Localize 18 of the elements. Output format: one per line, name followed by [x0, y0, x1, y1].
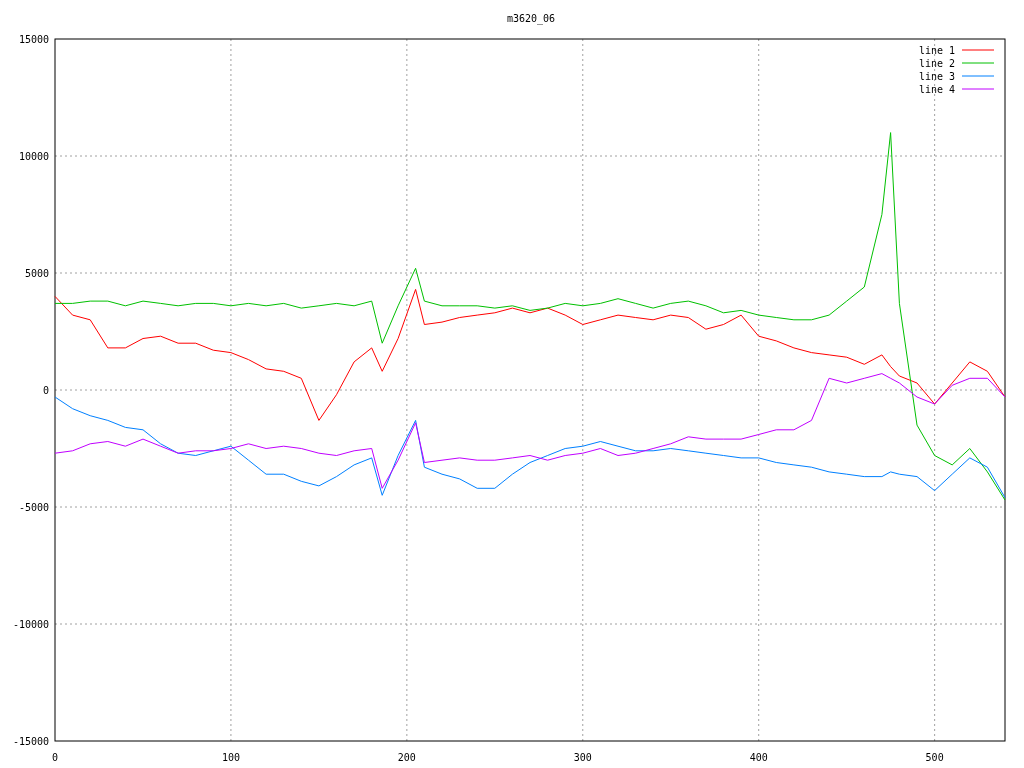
legend-label: line 4 — [918, 84, 955, 95]
x-tick-label: 400 — [749, 752, 768, 763]
legend-label: line 1 — [918, 45, 955, 56]
x-tick-label: 300 — [573, 752, 592, 763]
chart-title: m3620_06 — [506, 13, 556, 24]
x-tick-label: 0 — [52, 752, 58, 763]
y-tick-label: 5000 — [24, 268, 49, 279]
y-tick-label: -10000 — [12, 619, 49, 630]
y-tick-label: 10000 — [18, 151, 49, 162]
y-tick-label: -5000 — [18, 502, 49, 513]
x-tick-label: 500 — [925, 752, 944, 763]
legend-label: line 2 — [918, 58, 955, 69]
y-tick-label: -15000 — [12, 736, 49, 747]
x-tick-label: 100 — [221, 752, 240, 763]
y-tick-label: 0 — [42, 385, 49, 396]
legend-label: line 3 — [918, 71, 955, 82]
y-tick-label: 15000 — [18, 34, 49, 45]
x-tick-label: 200 — [397, 752, 416, 763]
